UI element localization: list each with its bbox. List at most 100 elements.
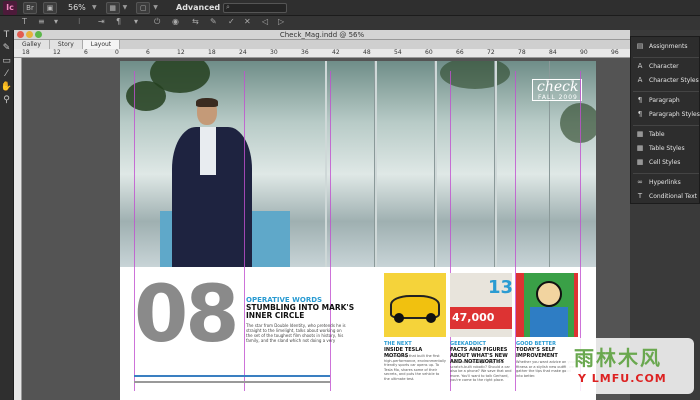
- document-title: Check_Mag.indd @ 56%: [279, 31, 365, 39]
- model-photo: [170, 98, 255, 267]
- thumb-1-body[interactable]: The company that built the first high-pe…: [384, 354, 446, 381]
- cell-styles-icon: ▦: [636, 158, 644, 166]
- paragraph-styles-icon: ¶: [637, 110, 643, 118]
- issue-label: FALL 2009: [538, 94, 578, 101]
- ruler-mark: 96: [611, 49, 619, 56]
- panel-item-conditional-text[interactable]: T Conditional Text: [631, 191, 700, 203]
- ruler-mark: 24: [239, 49, 247, 56]
- track-changes-icon[interactable]: ⇆: [192, 17, 199, 26]
- ruler-mark: 12: [177, 49, 185, 56]
- horizontal-ruler: 18 12 6 0 6 12 18 24 30 36 42 48 54 60 66 72 78 84 90 96: [14, 49, 630, 58]
- ruler-mark: 30: [270, 49, 278, 56]
- ruler-mark: 60: [425, 49, 433, 56]
- power-icon[interactable]: ⏻: [154, 17, 160, 27]
- zoom-level[interactable]: 56%: [68, 3, 92, 12]
- accept-change-icon[interactable]: ✓: [228, 17, 235, 26]
- ruler-mark: 18: [22, 49, 30, 56]
- reject-change-icon[interactable]: ✕: [244, 17, 251, 26]
- panel-item-hyperlinks[interactable]: ∞ Hyperlinks: [631, 177, 700, 189]
- ruler-mark: 0: [115, 49, 119, 56]
- ruler-mark: 6: [146, 49, 150, 56]
- prev-change-icon[interactable]: ◁: [262, 17, 268, 26]
- type-tool-icon[interactable]: T: [0, 30, 13, 43]
- panel-item-character-styles[interactable]: A Character Styles: [631, 75, 700, 87]
- panel-item-table-styles[interactable]: ▦ Table Styles: [631, 143, 700, 155]
- panel-divider: [633, 91, 699, 92]
- panel-item-table[interactable]: ▦ Table: [631, 129, 700, 141]
- view-tabs: Galley Story Layout: [14, 40, 630, 49]
- minibridge-button[interactable]: ▣: [43, 1, 57, 14]
- panel-item-character[interactable]: A Character: [631, 61, 700, 73]
- align-left-icon[interactable]: ≡: [38, 17, 45, 26]
- view-options-button[interactable]: ▦: [105, 1, 120, 14]
- ruler-mark: 84: [549, 49, 557, 56]
- panel-divider: [633, 57, 699, 58]
- tab-story[interactable]: Story: [49, 40, 83, 49]
- note-icon[interactable]: ✎: [210, 17, 217, 26]
- ruler-mark: 78: [518, 49, 526, 56]
- ruler-mark: 48: [363, 49, 371, 56]
- screen-mode-button[interactable]: ▢: [136, 1, 151, 14]
- table-icon: ▦: [636, 130, 644, 138]
- hand-tool-icon[interactable]: ✋: [0, 82, 13, 95]
- style-dropdown-icon[interactable]: ▾: [134, 17, 138, 26]
- glass-panel: [325, 61, 375, 267]
- rule-line: [134, 381, 330, 383]
- paragraph-mark-icon[interactable]: ¶: [116, 17, 121, 26]
- workspace-switcher[interactable]: Advanced: [176, 3, 220, 12]
- tab-galley[interactable]: Galley: [14, 40, 50, 49]
- thumb-comic-photo[interactable]: [516, 273, 578, 337]
- eyedropper-icon[interactable]: ⁄: [0, 69, 13, 82]
- table-styles-icon: ▦: [636, 144, 644, 152]
- note-tool-icon[interactable]: ✎: [0, 43, 13, 56]
- bridge-button[interactable]: Br: [23, 1, 37, 14]
- site-watermark: 雨林木风 Y LMFU.COM: [566, 338, 694, 394]
- vertical-ruler: [14, 58, 22, 400]
- character-styles-icon: A: [637, 76, 643, 84]
- tab-layout[interactable]: Layout: [82, 40, 121, 49]
- panel-dock: ▤ Assignments A Character A Character St…: [630, 36, 700, 204]
- next-change-icon[interactable]: ▷: [278, 17, 284, 26]
- palm-foliage: [560, 103, 596, 143]
- eye-icon[interactable]: ◉: [172, 17, 179, 26]
- zoom-tool-icon[interactable]: ⚲: [0, 95, 13, 108]
- search-icon: ⌕: [226, 3, 230, 11]
- glass-panel: [435, 61, 495, 267]
- list-icon[interactable]: ⁝: [78, 17, 81, 26]
- glass-panel: [375, 61, 435, 267]
- type-tool-icon[interactable]: T: [22, 17, 27, 26]
- panel-item-paragraph-styles[interactable]: ¶ Paragraph Styles: [631, 109, 700, 121]
- panel-item-assignments[interactable]: ▤ Assignments: [631, 41, 700, 53]
- thumb-car-photo[interactable]: [384, 273, 446, 337]
- assignments-icon: ▤: [636, 42, 644, 50]
- article-headline[interactable]: STUMBLING INTO MARK'S INNER CIRCLE: [246, 304, 356, 320]
- ruler-mark: 6: [84, 49, 88, 56]
- screen-mode-dropdown-icon[interactable]: ▼: [153, 4, 158, 11]
- cover-photo[interactable]: check FALL 2009: [120, 61, 596, 267]
- view-dropdown-icon[interactable]: ▼: [123, 4, 128, 11]
- ruler-mark: 54: [394, 49, 402, 56]
- ruler-mark: 36: [301, 49, 309, 56]
- zoom-dropdown-icon[interactable]: ▼: [92, 4, 97, 11]
- ruler-mark: 66: [456, 49, 464, 56]
- position-tool-icon[interactable]: ▭: [0, 56, 13, 69]
- panel-divider: [633, 125, 699, 126]
- layout-spread[interactable]: check FALL 2009 08 OPERATIVE WORDS STUMB…: [120, 61, 596, 400]
- indent-icon[interactable]: ⇥: [98, 17, 105, 26]
- ruler-mark: 18: [208, 49, 216, 56]
- tools-panel: T ✎ ▭ ⁄ ✋ ⚲: [0, 30, 14, 400]
- ruler-mark: 42: [332, 49, 340, 56]
- ruler-mark: 90: [580, 49, 588, 56]
- article-body[interactable]: The star from Double Identity, who prete…: [246, 323, 346, 343]
- thumb-2-body[interactable]: How much would you pay for a scratch-bui…: [450, 360, 512, 383]
- application-bar: Ic Br ▣ 56% ▼ ▦ ▼ ▢ ▼: [0, 0, 700, 16]
- character-icon: A: [637, 62, 643, 70]
- column-guide: [330, 71, 331, 391]
- hyperlinks-icon: ∞: [637, 178, 643, 186]
- font-menu-icon[interactable]: ▾: [54, 17, 58, 26]
- thumb-numbers-photo[interactable]: 47,000 13: [450, 273, 513, 337]
- search-input[interactable]: ⌕: [223, 3, 287, 13]
- control-bar: T ≡ ▾ ⁝ ⇥ ¶ ▾ ⏻ ◉ ⇆ ✎ ✓ ✕ ◁ ▷: [0, 16, 700, 30]
- panel-item-cell-styles[interactable]: ▦ Cell Styles: [631, 157, 700, 169]
- panel-item-paragraph[interactable]: ¶ Paragraph: [631, 95, 700, 107]
